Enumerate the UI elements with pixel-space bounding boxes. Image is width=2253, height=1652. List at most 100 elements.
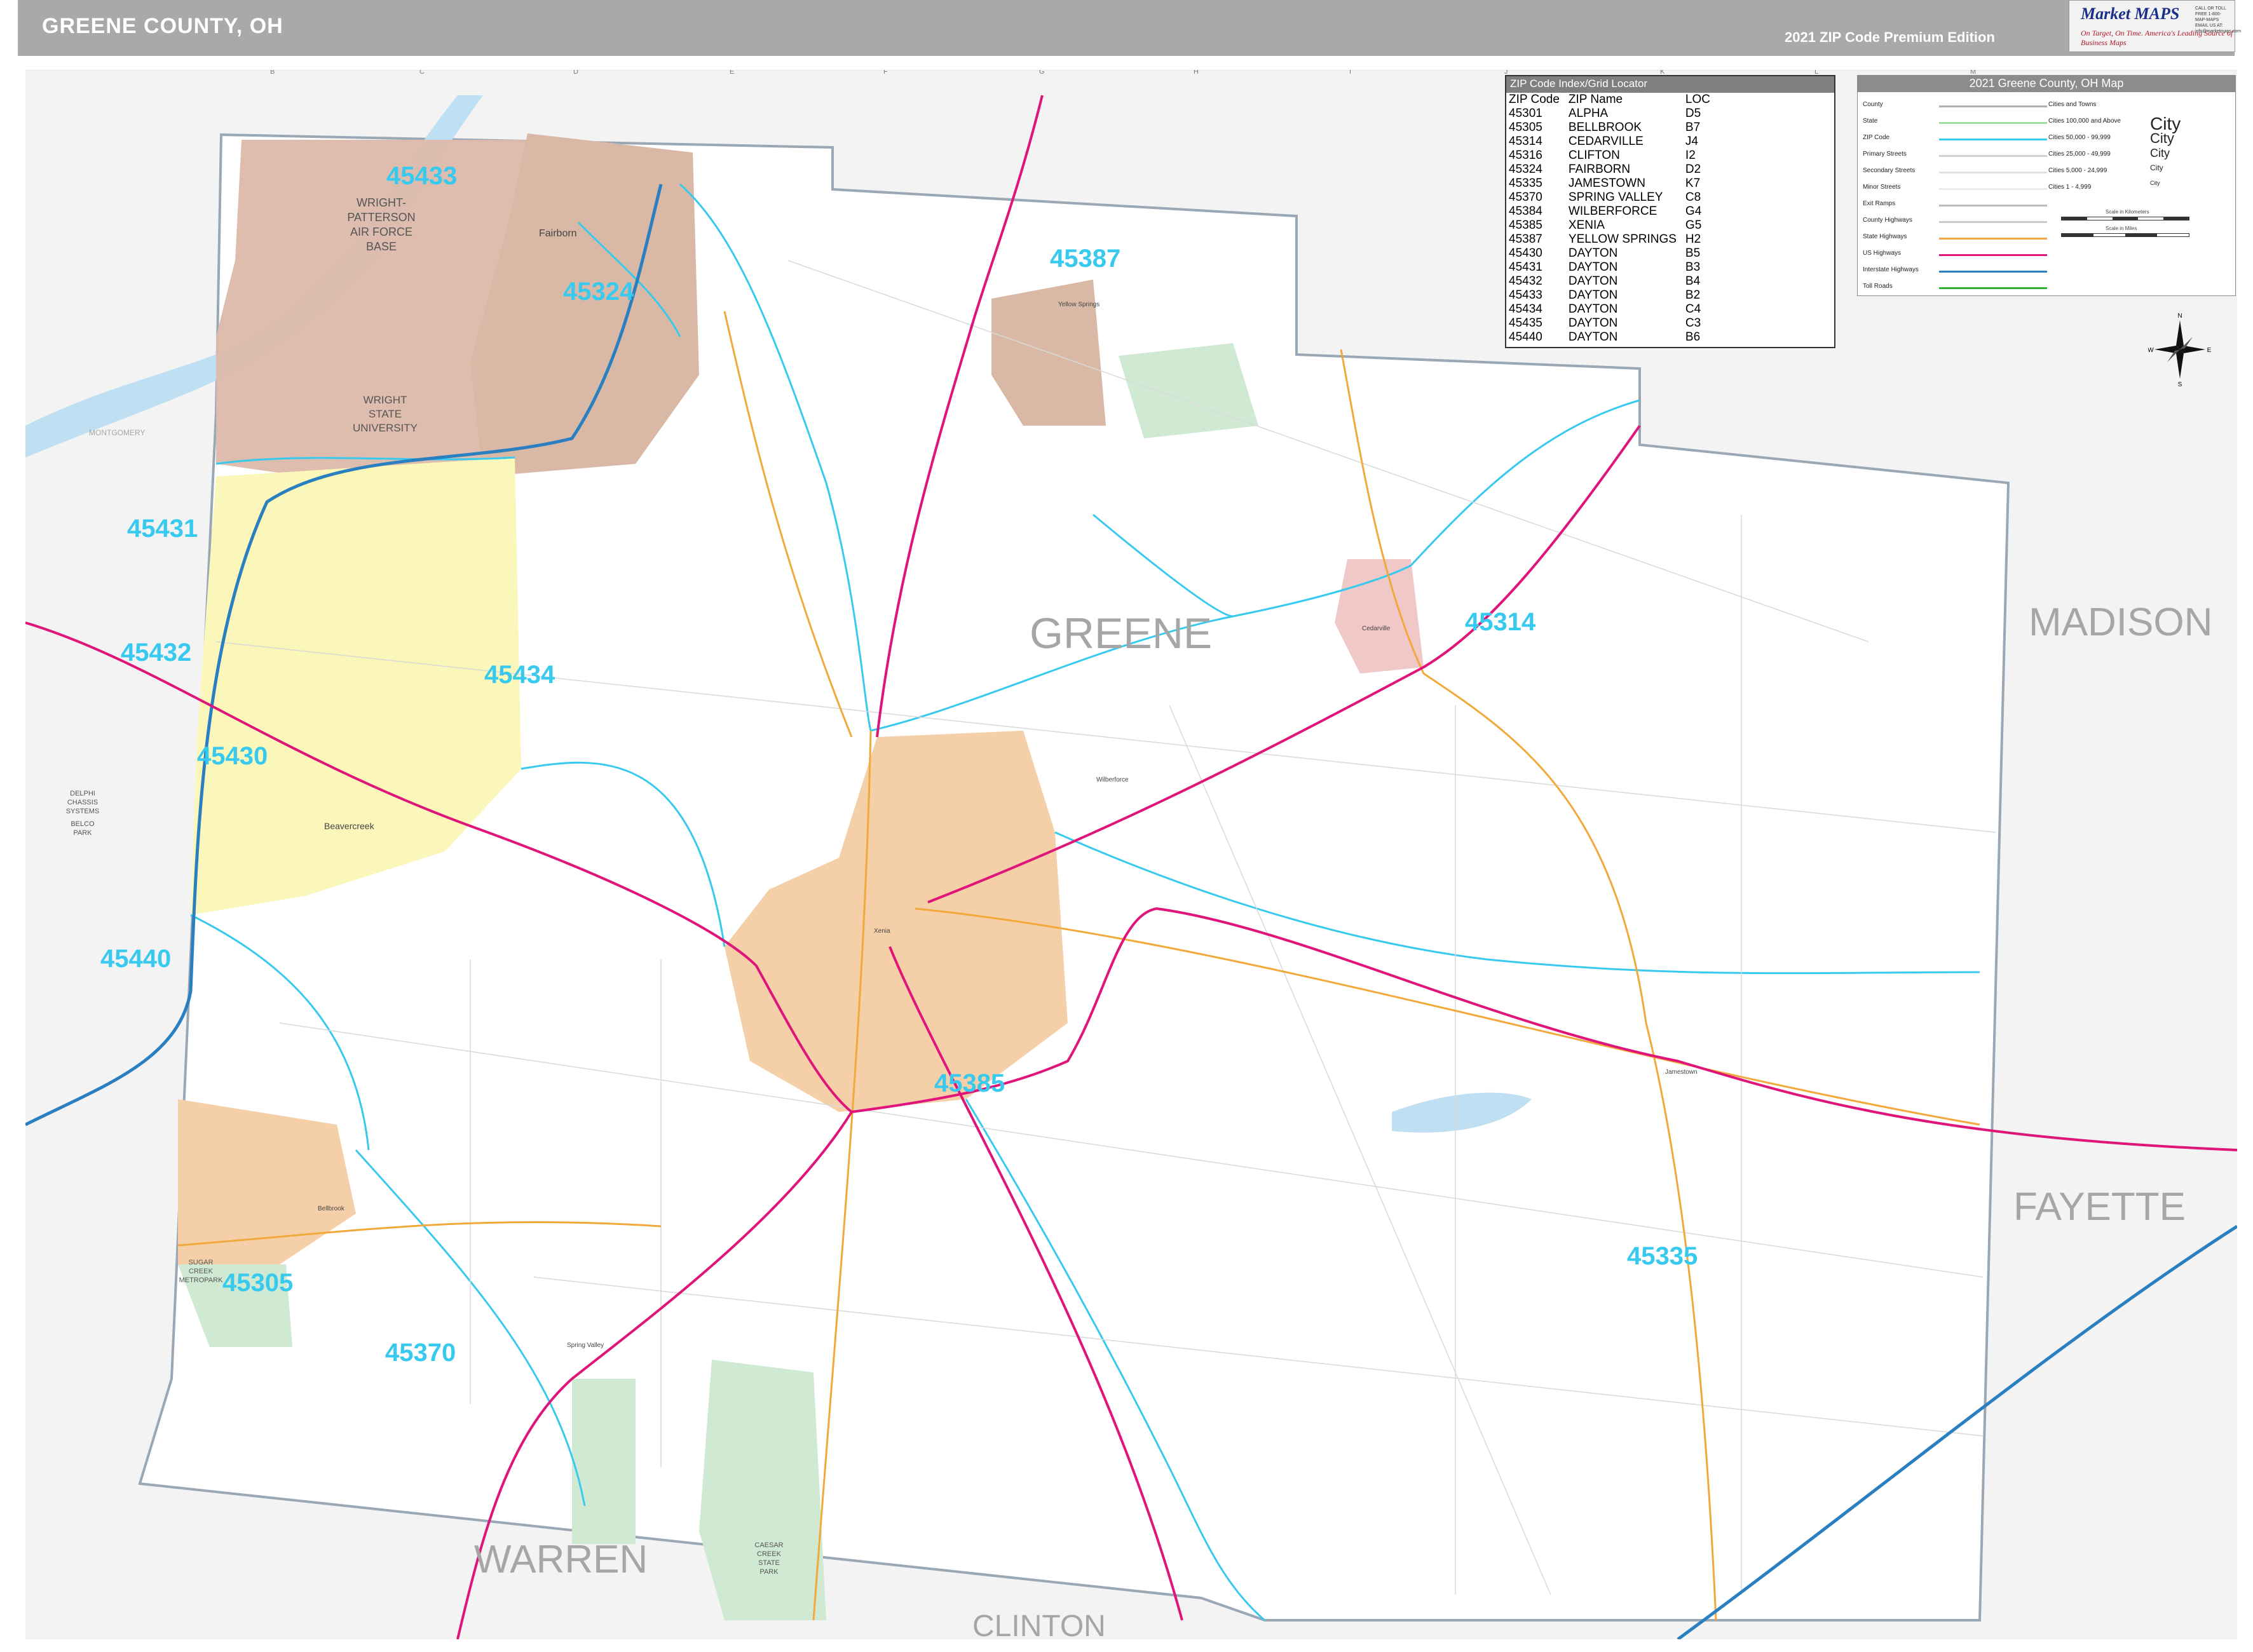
zip-index-cell-loc: C4 (1685, 302, 1701, 316)
legend-city-label: Cities 100,000 and Above (2048, 118, 2121, 125)
county-label-madison: MADISON (2029, 600, 2212, 644)
zip-index-cell-name: DAYTON (1568, 316, 1618, 330)
map-title: GREENE COUNTY, OH (42, 14, 283, 38)
town-label-beavercreek: Beavercreek (324, 821, 375, 831)
legend-city-row: Cities 100,000 and Above City (2048, 114, 2233, 133)
legend-item: State (1863, 114, 2053, 130)
legend-item-label: Interstate Highways (1863, 266, 1919, 273)
zip-index-cell-loc: I2 (1685, 149, 1696, 162)
wpafb-line-2: PATTERSON (347, 211, 415, 224)
zip-index-cell-name: DAYTON (1568, 274, 1618, 288)
legend-cities-rows: Cities 100,000 and Above City Cities 50,00… (2048, 114, 2233, 196)
sugar-creek-line-2: CREEK (189, 1268, 214, 1275)
legend-item: Minor Streets (1863, 180, 2053, 196)
legend-item-swatch (1939, 254, 2047, 256)
legend-city-row: Cities 25,000 - 49,999 City (2048, 147, 2233, 163)
legend-item-label: Primary Streets (1863, 151, 1907, 158)
delphi-line-2: CHASSIS (67, 799, 98, 806)
compass-s: S (2178, 381, 2182, 388)
legend-city-row: Cities 1 - 4,999 City (2048, 180, 2233, 196)
zip-index-cell-name: DAYTON (1568, 261, 1618, 274)
legend-line-items: County State ZIP Code Primary Streets Second… (1863, 97, 2053, 295)
legend-city-label: Cities 5,000 - 24,999 (2048, 167, 2107, 174)
legend-panel: 2021 Greene County, OH Map County State ZI… (1857, 75, 2236, 296)
zip-index-cell-zip: 45434 (1509, 302, 1542, 316)
zip-index-row: 45384 WILBERFORCE G4 (1509, 205, 1719, 219)
zip-label-45314: 45314 (1465, 608, 1536, 636)
zip-index-cell-name: XENIA (1568, 219, 1605, 232)
grid-letter-g: G (1039, 70, 1045, 76)
legend-item: Secondary Streets (1863, 163, 2053, 180)
zip-index-row: 45440 DAYTON B6 (1509, 330, 1719, 344)
zip-index-cell-loc: B2 (1685, 288, 1701, 302)
legend-item-swatch (1939, 155, 2047, 157)
legend-item-label: Minor Streets (1863, 184, 1901, 191)
zip-index-row: 45431 DAYTON B3 (1509, 261, 1719, 274)
compass-e: E (2207, 347, 2212, 354)
delphi-line-3: SYSTEMS (66, 808, 100, 815)
town-label-bellbrook: Bellbrook (318, 1205, 345, 1212)
legend-item-swatch (1939, 122, 2047, 124)
zip-index-cell-loc: C3 (1685, 316, 1701, 330)
legend-item-swatch (1939, 221, 2047, 223)
legend-item: Exit Ramps (1863, 196, 2053, 213)
legend-item-swatch (1939, 287, 2047, 289)
zip-index-cell-name: SPRING VALLEY (1568, 191, 1663, 204)
zip-index-cell-loc: B6 (1685, 330, 1701, 344)
zip-index-cell-loc: B7 (1685, 121, 1701, 134)
legend-item-label: State Highways (1863, 233, 1907, 240)
legend-item-label: Secondary Streets (1863, 167, 1916, 174)
zip-index-row: 45335 JAMESTOWN K7 (1509, 177, 1719, 191)
wsu-line-2: STATE (369, 408, 402, 420)
belco-line-1: BELCO (71, 820, 95, 828)
zip-index-rows: 45301 ALPHA D5 45305 BELLBROOK B7 45314 CEDARVI… (1509, 107, 1719, 344)
zip-index-cell-zip: 45385 (1509, 219, 1542, 232)
zip-index-cell-loc: D2 (1685, 163, 1701, 176)
zip-index-cell-zip: 45431 (1509, 261, 1542, 274)
belco-line-2: PARK (73, 829, 92, 837)
zip-index-cell-zip: 45324 (1509, 163, 1542, 176)
legend-city-row: Cities 50,000 - 99,999 City (2048, 130, 2233, 147)
zip-index-row: 45432 DAYTON B4 (1509, 274, 1719, 288)
legend-city-sample: City (2150, 130, 2174, 146)
grid-letter-a: A (114, 70, 119, 71)
wpafb-line-4: BASE (366, 240, 397, 253)
zip-index-cell-zip: 45440 (1509, 330, 1542, 344)
park-spring-valley (572, 1379, 636, 1544)
zip-index-cell-loc: B5 (1685, 247, 1701, 260)
zip-index-row: 45370 SPRING VALLEY C8 (1509, 191, 1719, 205)
legend-item-swatch (1939, 205, 2047, 207)
zip-index-row: 45316 CLIFTON I2 (1509, 149, 1719, 163)
legend-title: 2021 Greene County, OH Map (1858, 76, 2235, 92)
edition-label: 2021 ZIP Code Premium Edition (1785, 29, 1995, 45)
zip-index-header-row: ZIP Code ZIP Name LOC (1509, 93, 1719, 107)
town-label-xenia: Xenia (874, 928, 890, 935)
legend-item-label: County (1863, 101, 1883, 108)
county-map[interactable]: A B C D E F G H I J K L M 1 2 3 4 5 6 7 … (25, 70, 2237, 1639)
caesar-creek-line-3: STATE (758, 1559, 780, 1567)
legend-item-label: County Highways (1863, 217, 1912, 224)
zip-index-col-name: ZIP Name (1568, 93, 1623, 106)
zip-label-45431: 45431 (127, 515, 198, 543)
zip-index-cell-zip: 45335 (1509, 177, 1542, 190)
zip-index-cell-name: YELLOW SPRINGS (1568, 233, 1677, 246)
zip-index-cell-zip: 45384 (1509, 205, 1542, 218)
caesar-creek-line-4: PARK (759, 1568, 779, 1576)
grid-letter-d: D (573, 70, 578, 76)
county-label-greene: GREENE (1030, 609, 1212, 658)
zip-index-cell-name: DAYTON (1568, 330, 1618, 344)
county-label-clinton: CLINTON (972, 1609, 1106, 1639)
brand-logo: Market MAPS On Target, On Time. America'… (2069, 0, 2242, 52)
zip-index-cell-name: ALPHA (1568, 107, 1609, 120)
zip-index-cell-name: BELLBROOK (1568, 121, 1642, 134)
zip-index-row: 45433 DAYTON B2 (1509, 288, 1719, 302)
grid-letter-c: C (419, 70, 425, 76)
zip-label-45387: 45387 (1050, 245, 1120, 273)
zip-index-cell-zip: 45435 (1509, 316, 1542, 330)
zip-index-cell-name: DAYTON (1568, 302, 1618, 316)
legend-city-sample: City (2150, 147, 2170, 159)
zip-index-cell-name: FAIRBORN (1568, 163, 1631, 176)
zip-index-cell-loc: D5 (1685, 107, 1701, 120)
brand-contact: CALL OR TOLL FREE 1-800-MAP-MAPS EMAIL U… (2195, 6, 2242, 34)
zip-index-row: 45430 DAYTON B5 (1509, 247, 1719, 261)
